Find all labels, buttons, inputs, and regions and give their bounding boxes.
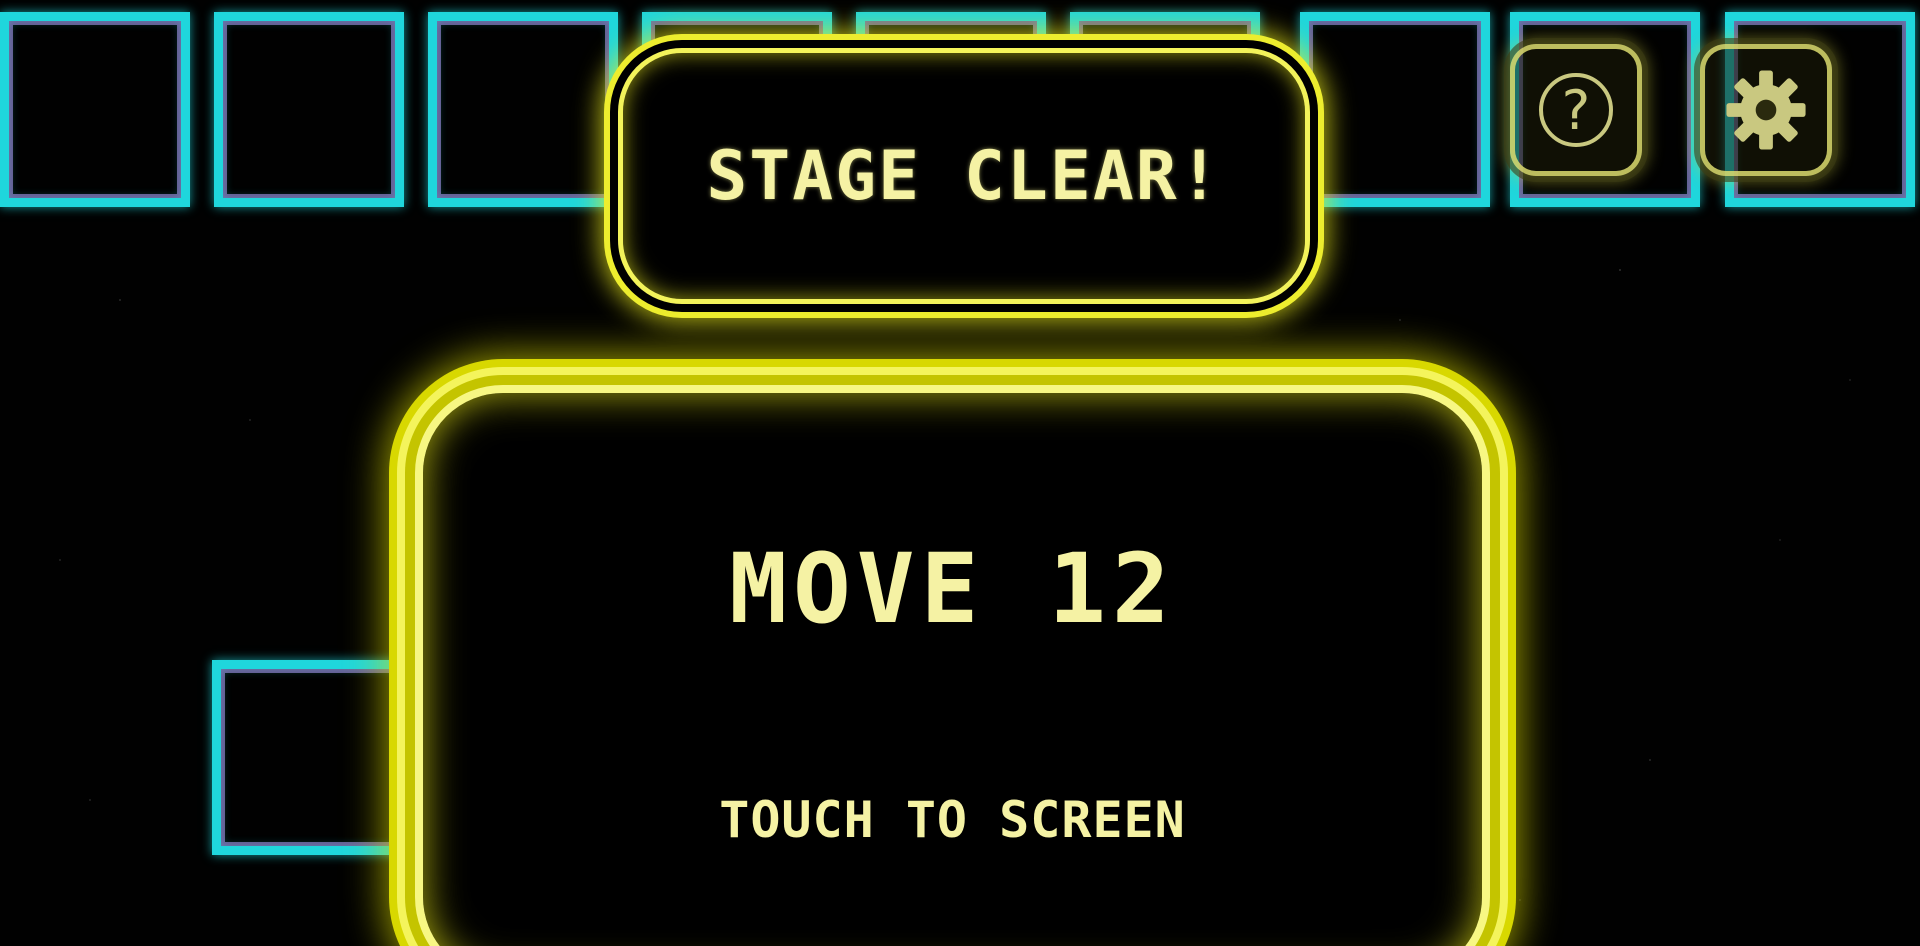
grid-tile bbox=[212, 660, 407, 855]
stage-clear-banner: STAGE CLEAR! bbox=[618, 48, 1310, 304]
touch-prompt[interactable]: TOUCH TO SCREEN bbox=[423, 791, 1482, 849]
help-icon: ? bbox=[1539, 73, 1613, 147]
stage-clear-title: STAGE CLEAR! bbox=[706, 137, 1222, 216]
grid-tile bbox=[1300, 12, 1490, 207]
gear-icon bbox=[1726, 70, 1806, 150]
grid-tile bbox=[428, 12, 618, 207]
game-screen[interactable]: STAGE CLEAR! MOVE 12 TOUCH TO SCREEN ? bbox=[0, 0, 1920, 946]
grid-tile bbox=[214, 12, 404, 207]
grid-tile bbox=[0, 12, 190, 207]
move-count-label: MOVE 12 bbox=[729, 533, 1176, 645]
settings-button[interactable] bbox=[1700, 44, 1832, 176]
result-panel[interactable]: MOVE 12 TOUCH TO SCREEN bbox=[415, 385, 1490, 946]
help-button[interactable]: ? bbox=[1510, 44, 1642, 176]
